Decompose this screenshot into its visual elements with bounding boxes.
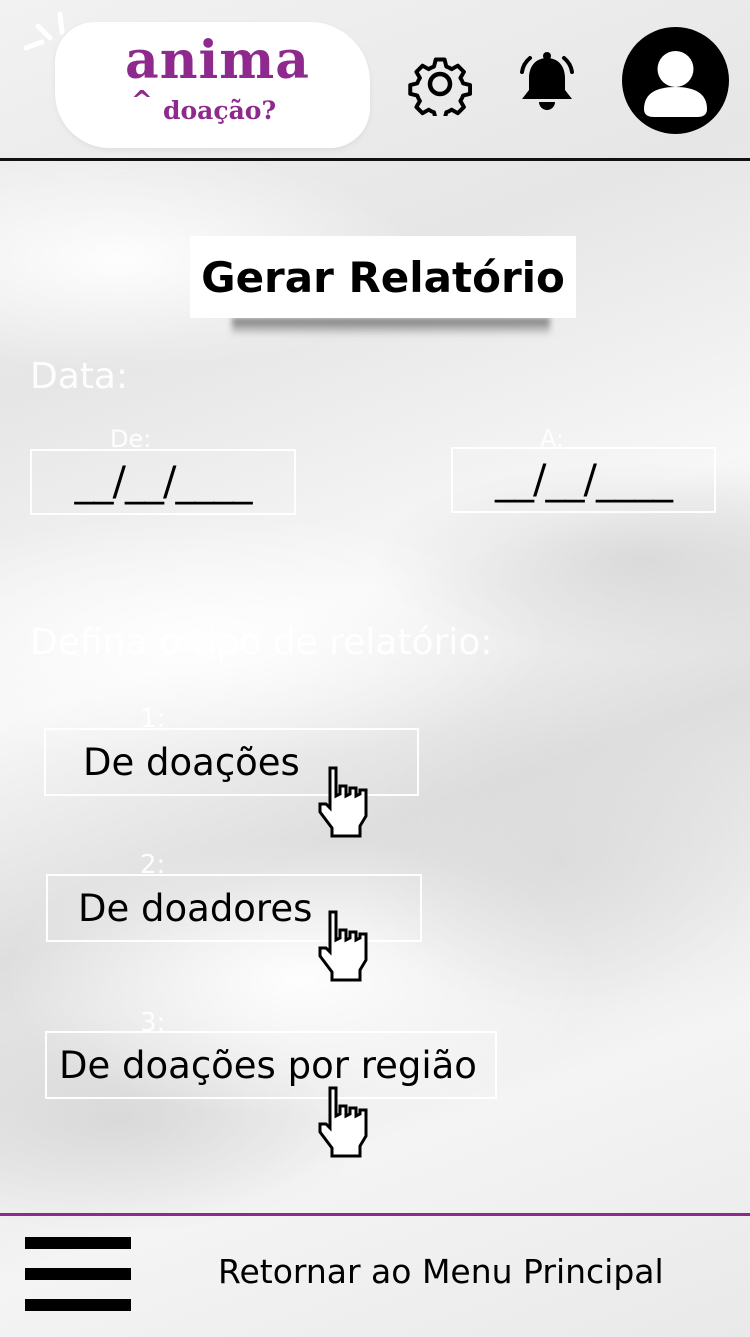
to-date-field[interactable]: __/__/____ [451, 447, 716, 513]
logo-brand-text: anima [125, 30, 310, 91]
pointer-hand-icon [318, 766, 368, 838]
app-logo[interactable]: anima ^ doação? [55, 22, 370, 148]
pointer-hand-icon [318, 1086, 368, 1158]
user-avatar-icon[interactable] [622, 27, 729, 134]
notification-bell-icon[interactable] [514, 50, 580, 116]
report-option-donations-by-region[interactable]: De doações por região [45, 1031, 497, 1099]
report-type-label: Defina o tipo de relatório: [30, 622, 493, 663]
report-option-label: De doações [83, 740, 300, 784]
date-section-label: Data: [30, 356, 129, 397]
report-option-label: De doadores [78, 886, 313, 930]
logo-accent-mark: ^ [131, 86, 153, 116]
logo-tagline: doação? [163, 96, 277, 125]
hamburger-menu-icon[interactable] [25, 1237, 131, 1311]
settings-gear-icon[interactable] [408, 52, 472, 116]
page-title: Gerar Relatório [190, 236, 576, 318]
report-option-label: De doações por região [59, 1043, 477, 1087]
back-to-main-menu-link[interactable]: Retornar ao Menu Principal [218, 1252, 664, 1291]
from-date-field[interactable]: __/__/____ [30, 449, 296, 515]
pointer-hand-icon [318, 910, 368, 982]
app-header: anima ^ doação? [0, 0, 750, 161]
title-shadow [232, 318, 550, 336]
